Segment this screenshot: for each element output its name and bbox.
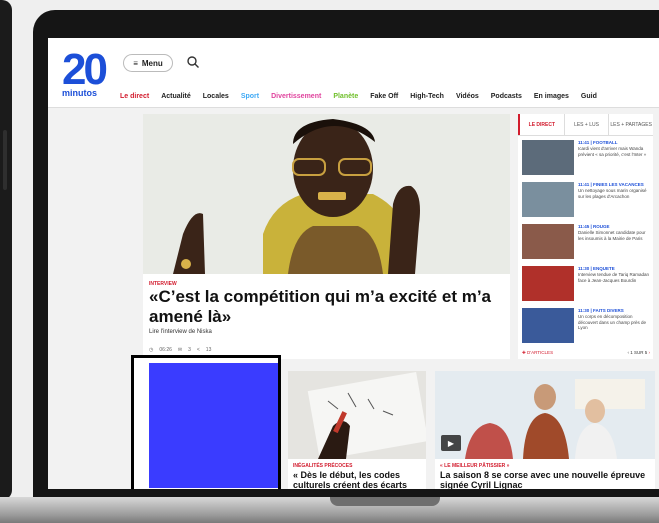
card-category: « LE MEILLEUR PÂTISSIER » (440, 463, 510, 469)
pager: ‹ 1 SUR 5 › (627, 350, 651, 355)
hero-shares: 13 (205, 347, 212, 353)
live-time: 11:30 | FAITS DIVERS (578, 308, 624, 313)
hero-article[interactable]: INTERVIEW «C’est la compétition qui m’a … (143, 114, 510, 359)
nav-item[interactable]: En images (534, 93, 569, 100)
live-thumbnail (522, 140, 574, 175)
menu-button[interactable]: ≡ Menu (123, 54, 173, 72)
hero-comments: 3 (188, 347, 191, 353)
live-text: Interview tendue de Tariq Ramadan face à… (578, 272, 649, 283)
nav-item[interactable]: Vidéos (456, 93, 479, 100)
hamburger-icon: ≡ (133, 58, 138, 68)
menu-label: Menu (141, 58, 163, 68)
card-title[interactable]: « Dès le début, les codes culturels crée… (293, 470, 426, 489)
nav-item[interactable]: High-Tech (410, 93, 444, 100)
nav-item[interactable]: Le direct (120, 93, 149, 100)
pager-label: 1 SUR 5 (630, 350, 648, 355)
tab-plus-lus[interactable]: LES + LUS (563, 114, 609, 135)
live-item[interactable]: 11:45 | ROUGE Danielle Simonnet candidate… (522, 224, 650, 264)
share-icon[interactable]: < (197, 347, 200, 353)
laptop-base (0, 497, 659, 523)
search-icon[interactable] (186, 55, 200, 69)
placeholder-card[interactable] (131, 355, 281, 489)
live-sidebar: LE DIRECT LES + LUS LES + PARTAGES 11:41… (518, 114, 653, 359)
live-text: Icardi vient d'arriver mais Wanda prévie… (578, 146, 647, 157)
patissier-image: ▶ (435, 371, 655, 459)
sidebar-footer: ✚ D'ARTICLES ‹ 1 SUR 5 › (522, 350, 650, 356)
nav-item[interactable]: Locales (203, 93, 229, 100)
hero-subtitle[interactable]: Lire l'interview de Niska (149, 329, 212, 335)
live-text: Danielle Simonnet candidate pour les ins… (578, 230, 646, 241)
nav-item[interactable]: Sport (241, 93, 259, 100)
nav-item[interactable]: Planète (333, 93, 358, 100)
tablet-edge (0, 0, 12, 500)
live-item[interactable]: 11:41 | FOOTBALL Icardi vient d'arriver m… (522, 140, 650, 180)
live-time: 11:30 | ENQUETE (578, 266, 615, 271)
blue-placeholder (149, 363, 278, 488)
live-time: 11:41 | FOOTBALL (578, 140, 618, 145)
browser-screen: 20 minutos ≡ Menu Le direct Actualité Loca… (48, 38, 659, 489)
articles-link[interactable]: D'ARTICLES (527, 350, 553, 355)
plus-icon[interactable]: ✚ D'ARTICLES (522, 350, 553, 356)
hero-title[interactable]: «C’est la compétition qui m’a excité et … (149, 287, 509, 327)
live-item[interactable]: 11:41 | FINIES LES VACANCES Un nettoyage … (522, 182, 650, 222)
site-logo[interactable]: 20 minutos (62, 45, 108, 100)
next-icon[interactable]: › (649, 350, 651, 355)
patissier-illustration (435, 371, 655, 459)
clock-icon: ◷ (149, 347, 154, 353)
live-thumbnail (522, 266, 574, 301)
logo-number: 20 (62, 45, 108, 94)
nav-item[interactable]: Actualité (161, 93, 191, 100)
live-item[interactable]: 11:30 | FAITS DIVERS Un corps en décompos… (522, 308, 650, 348)
hero-meta: ◷ 06:26 ✉ 3 <13 (149, 347, 211, 353)
nav-item[interactable]: Fake Off (370, 93, 398, 100)
sidebar-tabs: LE DIRECT LES + LUS LES + PARTAGES (518, 114, 653, 136)
card-title[interactable]: La saison 8 se corse avec une nouvelle é… (440, 470, 655, 489)
comment-icon[interactable]: ✉ (178, 347, 182, 353)
nav-item[interactable]: Divertissement (271, 93, 321, 100)
live-thumbnail (522, 182, 574, 217)
article-card[interactable]: ▶ « LE MEILLEUR PÂTISSIER » La saison 8 … (435, 371, 655, 489)
live-thumbnail (522, 308, 574, 343)
live-item[interactable]: 11:30 | ENQUETE Interview tendue de Tariq… (522, 266, 650, 306)
drawing-illustration (288, 371, 426, 461)
side-button (3, 130, 7, 190)
live-thumbnail (522, 224, 574, 259)
drawing-image (288, 371, 426, 461)
nav-item[interactable]: Guid (581, 93, 597, 100)
portrait-illustration (143, 114, 510, 274)
nav-item[interactable]: Podcasts (491, 93, 522, 100)
play-icon[interactable]: ▶ (441, 435, 461, 451)
hero-image[interactable] (143, 114, 510, 274)
tab-plus-partages[interactable]: LES + PARTAGES (608, 114, 653, 135)
card-category: INÉGALITÉS PRÉCOCES (293, 463, 353, 469)
main-nav: Le direct Actualité Locales Sport Divertisse… (120, 93, 597, 100)
hero-time: 06:26 (159, 347, 172, 353)
tab-direct[interactable]: LE DIRECT (518, 114, 564, 135)
live-time: 11:41 | FINIES LES VACANCES (578, 182, 644, 187)
laptop-notch (330, 497, 440, 506)
live-text: Un nettoyage sous marin organisé sur les… (578, 188, 647, 199)
live-time: 11:45 | ROUGE (578, 224, 610, 229)
article-card[interactable]: INÉGALITÉS PRÉCOCES « Dès le début, les … (288, 371, 426, 489)
site-header: 20 minutos ≡ Menu Le direct Actualité Loca… (48, 38, 659, 108)
live-text: Un corps en décomposition découvert dans… (578, 314, 647, 330)
